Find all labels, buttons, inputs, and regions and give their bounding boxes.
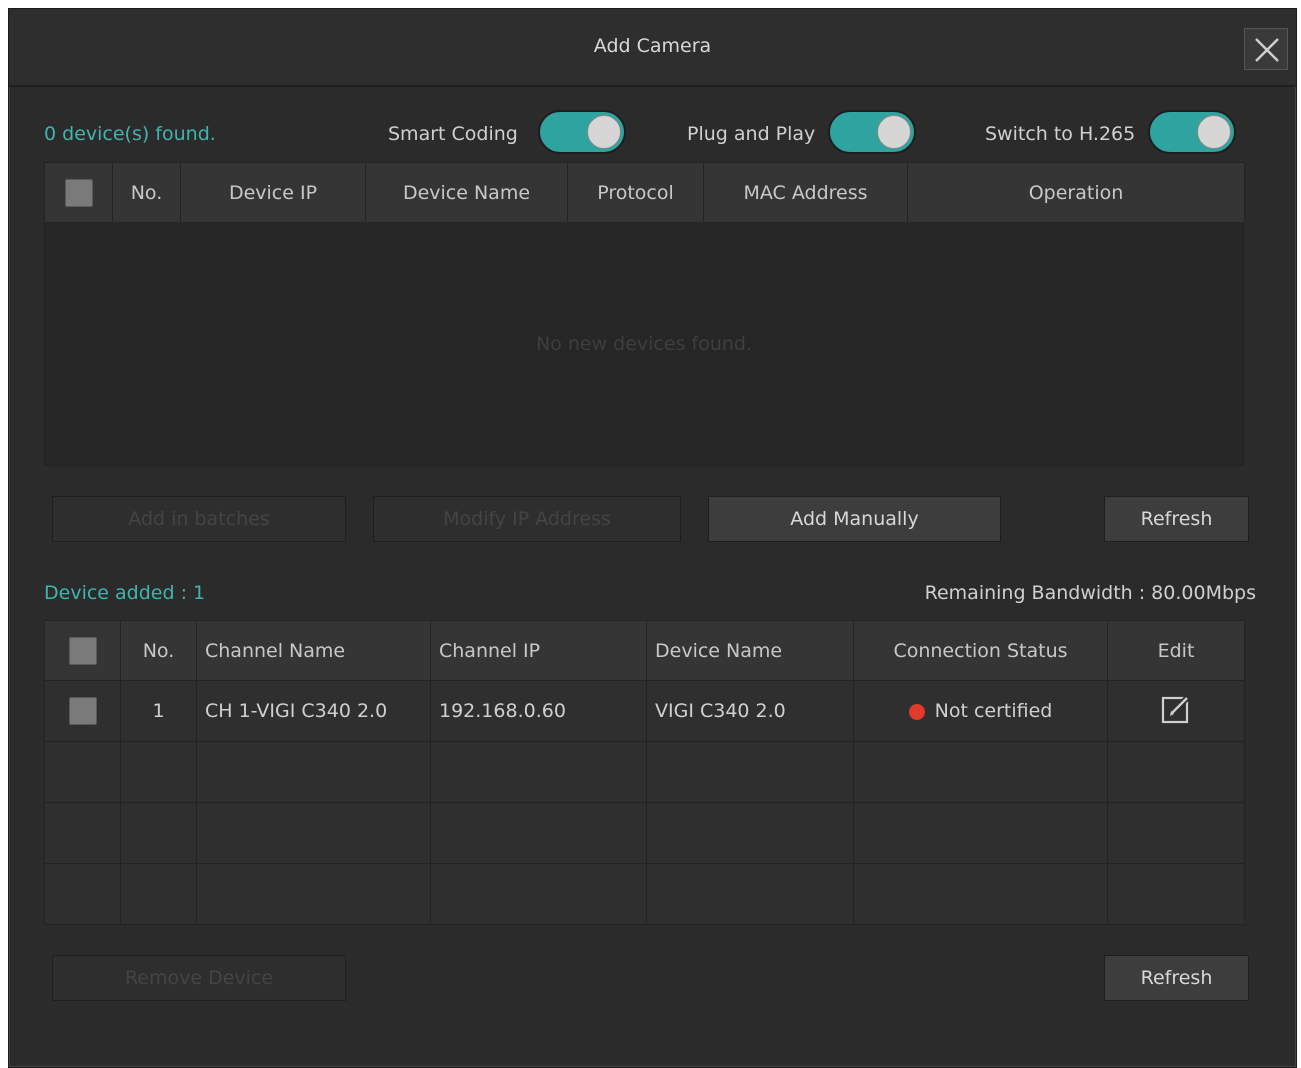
toggle-knob [1197, 115, 1231, 149]
table-row-empty [44, 863, 1245, 925]
col-device-name: Device Name [646, 620, 854, 681]
select-all-checkbox[interactable] [64, 178, 93, 207]
row-checkbox[interactable] [68, 697, 97, 725]
table-row[interactable]: 1 CH 1-VIGI C340 2.0 192.168.0.60 VIGI C… [44, 680, 1245, 742]
smart-coding-toggle[interactable] [538, 110, 626, 154]
remaining-bandwidth: Remaining Bandwidth : 80.00Mbps [924, 582, 1256, 604]
added-table-header: No. Channel Name Channel IP Device Name … [44, 620, 1245, 681]
select-all-added-checkbox[interactable] [68, 636, 97, 665]
select-all-cell [44, 620, 121, 681]
cell-channel-name: CH 1-VIGI C340 2.0 [196, 680, 431, 742]
cell-channel-ip: 192.168.0.60 [430, 680, 647, 742]
switch-h265-label: Switch to H.265 [985, 123, 1136, 145]
table-row-empty [44, 741, 1245, 803]
devices-found-text: 0 device(s) found. [44, 123, 216, 145]
search-results-table: No. Device IP Device Name Protocol MAC A… [44, 162, 1245, 223]
col-channel-name: Channel Name [196, 620, 431, 681]
status-dot-icon [908, 703, 925, 720]
smart-coding-label: Smart Coding [388, 123, 518, 145]
add-manually-button[interactable]: Add Manually [708, 496, 1001, 542]
cell-connection-status: Not certified [853, 680, 1108, 742]
col-device-name: Device Name [365, 162, 568, 223]
col-no: No. [120, 620, 197, 681]
plug-and-play-toggle[interactable] [828, 110, 916, 154]
refresh-search-button[interactable]: Refresh [1104, 496, 1249, 542]
toggle-knob [877, 115, 911, 149]
cell-edit [1107, 680, 1245, 742]
search-table-header: No. Device IP Device Name Protocol MAC A… [44, 162, 1245, 223]
added-devices-table: No. Channel Name Channel IP Device Name … [44, 620, 1245, 925]
remove-device-button[interactable]: Remove Device [52, 955, 346, 1001]
col-mac-address: MAC Address [703, 162, 908, 223]
col-channel-ip: Channel IP [430, 620, 647, 681]
row-select-cell [44, 680, 121, 742]
col-device-ip: Device IP [180, 162, 366, 223]
device-added-count: Device added : 1 [44, 582, 206, 604]
table-row-empty [44, 802, 1245, 864]
col-no: No. [112, 162, 181, 223]
cell-no: 1 [120, 680, 197, 742]
empty-message: No new devices found. [535, 333, 753, 355]
close-icon [1255, 38, 1279, 62]
cell-device-name: VIGI C340 2.0 [646, 680, 854, 742]
edit-icon[interactable] [1160, 693, 1192, 730]
select-all-cell [44, 162, 113, 223]
status-text: Not certified [934, 700, 1053, 722]
search-results-body: No new devices found. [44, 222, 1244, 466]
add-in-batches-button[interactable]: Add in batches [52, 496, 346, 542]
plug-and-play-label: Plug and Play [687, 123, 816, 145]
title-bar: Add Camera [9, 9, 1296, 87]
col-operation: Operation [907, 162, 1245, 223]
col-edit: Edit [1107, 620, 1245, 681]
col-protocol: Protocol [567, 162, 704, 223]
switch-h265-toggle[interactable] [1148, 110, 1236, 154]
toggle-knob [587, 115, 621, 149]
close-button[interactable] [1244, 28, 1288, 70]
modify-ip-address-button[interactable]: Modify IP Address [373, 496, 681, 542]
refresh-added-button[interactable]: Refresh [1104, 955, 1249, 1001]
dialog-title: Add Camera [593, 35, 712, 57]
col-connection-status: Connection Status [853, 620, 1108, 681]
